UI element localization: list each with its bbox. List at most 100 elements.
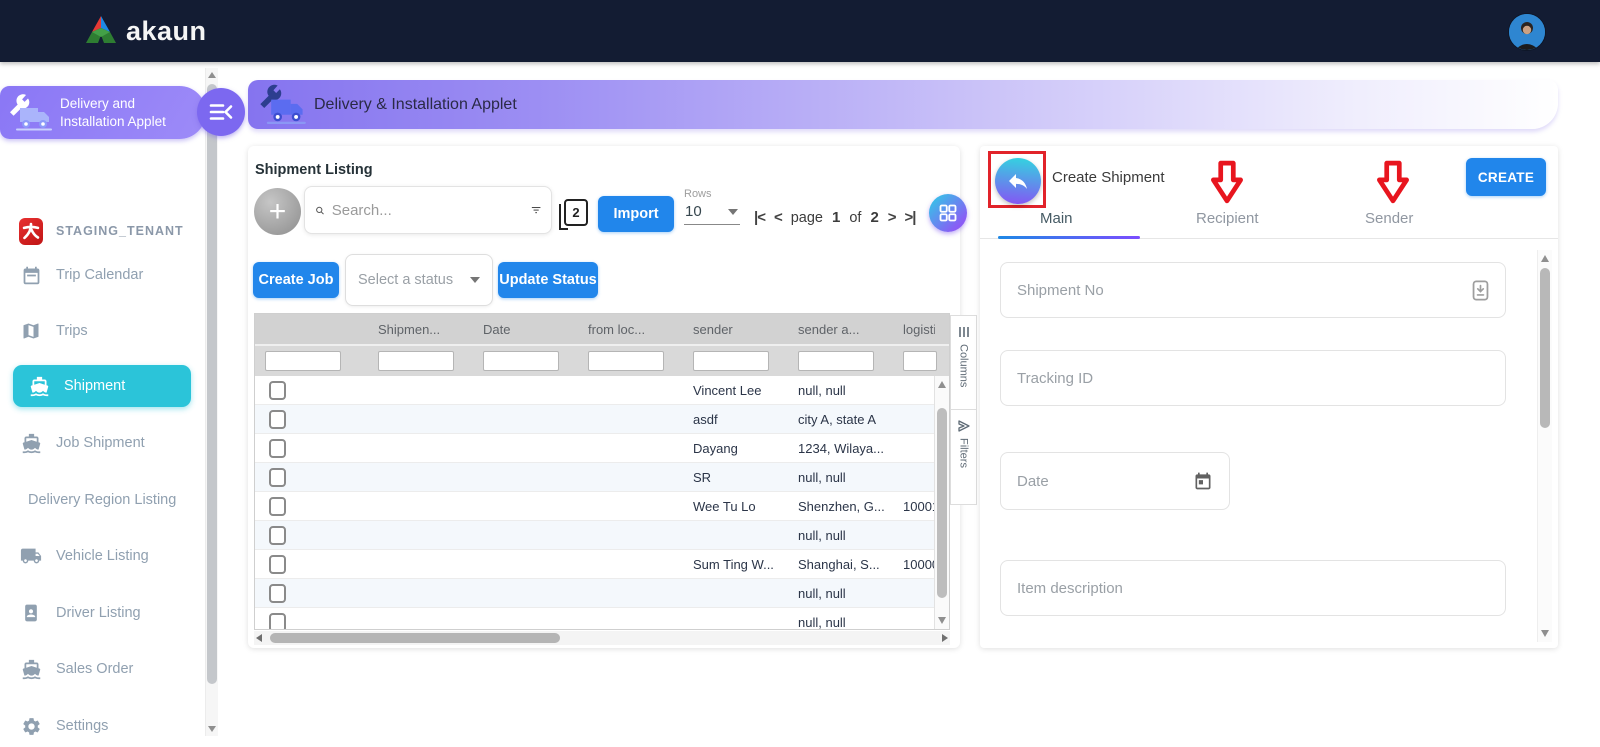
filter-input-sender[interactable] (693, 351, 769, 371)
row-checkbox[interactable] (269, 467, 286, 487)
sidebar-item-vehicle-listing[interactable]: Vehicle Listing (0, 537, 204, 575)
scroll-up-icon[interactable] (938, 381, 946, 388)
table-row[interactable]: Vincent Lee null, null (255, 376, 949, 405)
top-navbar: akaun (0, 0, 1600, 62)
tab-main[interactable]: Main (1040, 210, 1073, 227)
sidebar-item-shipment[interactable]: Shipment (13, 365, 191, 407)
scrollbar-thumb[interactable] (1540, 268, 1550, 428)
filter-input-from-location[interactable] (588, 351, 664, 371)
app-window: akaun Delivery and Installation Applet S… (0, 0, 1600, 747)
search-icon (316, 206, 324, 214)
row-checkbox[interactable] (269, 554, 286, 574)
scroll-down-icon[interactable] (208, 726, 216, 732)
table-row[interactable]: null, null (255, 608, 949, 629)
sidebar-applet-header[interactable]: Delivery and Installation Applet (0, 86, 206, 139)
user-avatar[interactable] (1508, 13, 1546, 51)
table-row[interactable]: null, null (255, 579, 949, 608)
row-checkbox[interactable] (269, 583, 286, 603)
scroll-up-icon[interactable] (208, 72, 216, 78)
row-checkbox[interactable] (269, 380, 286, 400)
sidebar-item-driver-listing[interactable]: Driver Listing (0, 594, 204, 632)
last-page-button[interactable]: >| (905, 209, 917, 226)
page-size-2-icon[interactable]: 2 (559, 199, 588, 230)
search-input[interactable] (331, 201, 531, 219)
import-button[interactable]: Import (598, 196, 674, 232)
row-checkbox[interactable] (269, 525, 286, 545)
sidebar-item-label: Trips (56, 323, 88, 339)
sidebar-item-trips[interactable]: Trips (0, 312, 204, 350)
sidebar-item-sales-order[interactable]: Sales Order (0, 650, 204, 688)
table-vertical-scrollbar[interactable] (934, 376, 949, 629)
date-field[interactable]: Date (1000, 452, 1230, 510)
table-body: Vincent Lee null, null asdf city A, stat… (255, 376, 949, 629)
sidebar-item-delivery-region-listing[interactable]: Delivery Region Listing (0, 481, 204, 519)
scrollbar-thumb[interactable] (207, 84, 217, 684)
scrollbar-thumb[interactable] (270, 633, 560, 643)
auto-number-icon[interactable] (1472, 279, 1489, 301)
column-header[interactable]: sender (683, 322, 788, 337)
columns-side-tab[interactable]: Columns (950, 315, 977, 410)
scroll-down-icon[interactable] (1541, 630, 1549, 637)
filter-input-select[interactable] (265, 351, 341, 371)
scroll-up-icon[interactable] (1541, 255, 1549, 262)
sidebar-item-job-shipment[interactable]: Job Shipment (0, 424, 204, 462)
column-header[interactable]: Date (473, 322, 578, 337)
shipment-no-field[interactable]: Shipment No (1000, 262, 1506, 318)
update-status-button[interactable]: Update Status (498, 262, 598, 298)
first-page-button[interactable]: |< (754, 209, 766, 226)
sidebar-item-trip-calendar[interactable]: Trip Calendar (0, 256, 204, 294)
item-description-field[interactable]: Item description (1000, 560, 1506, 616)
column-header[interactable]: sender a... (788, 322, 893, 337)
sidebar-item-staging-tenant[interactable]: STAGING_TENANT (0, 212, 204, 250)
grid-view-button[interactable] (929, 194, 967, 232)
tracking-id-field[interactable]: Tracking ID (1000, 350, 1506, 406)
row-checkbox[interactable] (269, 409, 286, 429)
add-shipment-button[interactable]: + (254, 188, 301, 235)
filter-list-icon[interactable] (531, 203, 541, 217)
create-button[interactable]: CREATE (1466, 158, 1546, 196)
sidebar-scrollbar[interactable] (205, 68, 218, 736)
filter-input-shipment[interactable] (378, 351, 454, 371)
table-row[interactable]: Wee Tu Lo Shenzhen, G... 10001 (255, 492, 949, 521)
row-checkbox[interactable] (269, 438, 286, 458)
brand-logo[interactable]: akaun (84, 15, 207, 47)
row-checkbox[interactable] (269, 612, 286, 629)
prev-page-button[interactable]: < (774, 209, 783, 226)
panel-scrollbar[interactable] (1537, 250, 1552, 642)
table-row[interactable]: Sum Ting W... Shanghai, S... 10000 (255, 550, 949, 579)
table-row[interactable]: SR null, null (255, 463, 949, 492)
column-header[interactable]: from loc... (578, 322, 683, 337)
sidebar-collapse-button[interactable] (197, 88, 245, 136)
scrollbar-thumb[interactable] (937, 408, 947, 598)
row-checkbox[interactable] (269, 496, 286, 516)
scroll-right-icon[interactable] (942, 634, 948, 642)
rows-per-page-select[interactable]: Rows 10 (684, 188, 744, 225)
filters-side-tab[interactable]: Filters (950, 410, 977, 505)
sidebar-item-settings[interactable]: Settings (0, 707, 204, 745)
back-button[interactable] (995, 157, 1041, 204)
filter-input-logistics[interactable] (903, 351, 937, 371)
sidebar-item-label: STAGING_TENANT (56, 224, 184, 238)
tab-recipient[interactable]: Recipient (1196, 210, 1259, 227)
scroll-down-icon[interactable] (938, 617, 946, 624)
tab-sender[interactable]: Sender (1365, 210, 1413, 227)
status-select[interactable]: Select a status (345, 254, 493, 306)
search-box[interactable] (304, 186, 552, 234)
create-job-button[interactable]: Create Job (253, 262, 339, 298)
filter-input-sender-address[interactable] (798, 351, 874, 371)
table-horizontal-scrollbar[interactable] (254, 631, 950, 645)
gear-icon (19, 714, 43, 738)
table-header-row: Shipmen... Date from loc... sender sende… (255, 314, 949, 346)
table-row[interactable]: Dayang 1234, Wilaya... (255, 434, 949, 463)
next-page-button[interactable]: > (888, 209, 897, 226)
column-header[interactable]: Shipmen... (368, 322, 473, 337)
scroll-left-icon[interactable] (256, 634, 262, 642)
sidebar-item-label: Job Shipment (56, 435, 145, 451)
cell-sender: Sum Ting W... (693, 556, 774, 572)
back-arrow-icon (1009, 173, 1027, 189)
calendar-picker-icon[interactable] (1193, 471, 1213, 491)
column-header[interactable]: logistics ... (893, 322, 935, 337)
table-row[interactable]: asdf city A, state A (255, 405, 949, 434)
filter-input-date[interactable] (483, 351, 559, 371)
table-row[interactable]: null, null (255, 521, 949, 550)
